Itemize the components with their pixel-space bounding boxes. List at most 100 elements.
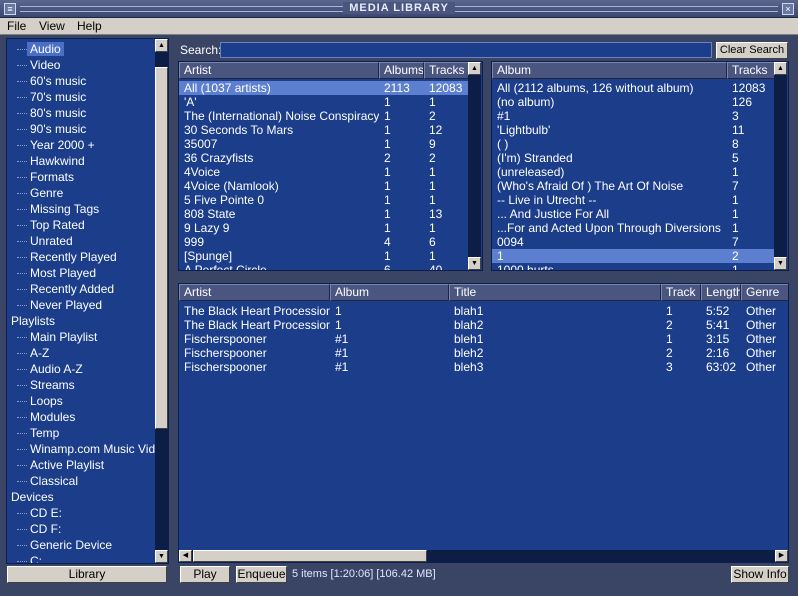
column-header-track-artist[interactable]: Artist bbox=[179, 284, 330, 301]
album-scrollbar[interactable]: ▲ ▼ bbox=[774, 62, 787, 270]
tree-item-audio[interactable]: Audio bbox=[17, 41, 64, 57]
track-row[interactable]: Fischerspooner #1 bleh2 2 2:16 Other bbox=[179, 346, 788, 360]
artist-row[interactable]: 9 Lazy 9 1 1 bbox=[179, 221, 469, 235]
library-button[interactable]: Library bbox=[7, 566, 167, 583]
close-icon[interactable]: × bbox=[782, 3, 794, 15]
tree-item-unrated[interactable]: Unrated bbox=[17, 233, 73, 249]
scroll-right-icon[interactable]: ▶ bbox=[775, 550, 788, 562]
album-row[interactable]: (no album) 126 bbox=[492, 95, 776, 109]
artist-scrollbar[interactable]: ▲ ▼ bbox=[468, 62, 481, 270]
search-input[interactable] bbox=[220, 42, 712, 58]
artist-row[interactable]: 999 4 6 bbox=[179, 235, 469, 249]
scroll-up-icon[interactable]: ▲ bbox=[774, 62, 787, 75]
album-row[interactable]: (Who's Afraid Of ) The Art Of Noise 7 bbox=[492, 179, 776, 193]
album-row[interactable]: All (2112 albums, 126 without album) 1208… bbox=[492, 81, 776, 95]
tree-item-70-s-music[interactable]: 70's music bbox=[17, 89, 86, 105]
tree-item-cd-e[interactable]: CD E: bbox=[17, 505, 62, 521]
album-row[interactable]: #1 3 bbox=[492, 109, 776, 123]
tree-item-devices[interactable]: Devices bbox=[11, 489, 54, 505]
tree-item-playlists[interactable]: Playlists bbox=[11, 313, 55, 329]
show-info-button[interactable]: Show Info bbox=[731, 566, 789, 583]
enqueue-button[interactable]: Enqueue bbox=[236, 566, 287, 583]
tree-item-modules[interactable]: Modules bbox=[17, 409, 75, 425]
tree-item-formats[interactable]: Formats bbox=[17, 169, 74, 185]
play-button[interactable]: Play bbox=[180, 566, 230, 583]
tree-item-year-2000[interactable]: Year 2000 + bbox=[17, 137, 95, 153]
clear-search-button[interactable]: Clear Search bbox=[716, 42, 788, 59]
artist-row[interactable]: [Spunge] 1 1 bbox=[179, 249, 469, 263]
album-list[interactable]: 1000 hurts 1 1 2 0094 7 ...For and Acted Upon … bbox=[491, 61, 789, 271]
album-row[interactable]: ... And Justice For All 1 bbox=[492, 207, 776, 221]
tree-item-active-playlist[interactable]: Active Playlist bbox=[17, 457, 104, 473]
scroll-down-icon[interactable]: ▼ bbox=[774, 257, 787, 270]
column-header-title[interactable]: Title bbox=[449, 284, 661, 301]
tree-item-top-rated[interactable]: Top Rated bbox=[17, 217, 85, 233]
tree-item-recently-added[interactable]: Recently Added bbox=[17, 281, 114, 297]
artist-row[interactable]: A Perfect Circle 6 40 bbox=[179, 263, 469, 270]
artist-row[interactable]: All (1037 artists) 2113 12083 bbox=[179, 81, 469, 95]
tree-item-classical[interactable]: Classical bbox=[17, 473, 78, 489]
column-header-album[interactable]: Album bbox=[492, 62, 727, 79]
tree-item-temp[interactable]: Temp bbox=[17, 425, 59, 441]
menu-help[interactable]: Help bbox=[77, 19, 102, 33]
track-row[interactable]: Fischerspooner #1 bleh1 1 3:15 Other bbox=[179, 332, 788, 346]
artist-row[interactable]: 35007 1 9 bbox=[179, 137, 469, 151]
tree-item-60-s-music[interactable]: 60's music bbox=[17, 73, 86, 89]
tree-scroll-thumb[interactable] bbox=[155, 67, 168, 429]
album-row[interactable]: -- Live in Utrecht -- 1 bbox=[492, 193, 776, 207]
album-row[interactable]: 1000 hurts 1 bbox=[492, 263, 776, 270]
track-row[interactable]: The Black Heart Procession 1 blah1 1 5:52 Oth… bbox=[179, 304, 788, 318]
tree-item-missing-tags[interactable]: Missing Tags bbox=[17, 201, 99, 217]
tree-item-c[interactable]: C: bbox=[17, 553, 42, 563]
column-header-track-number[interactable]: Track bbox=[661, 284, 701, 301]
title-bar[interactable]: ≡ MEDIA LIBRARY × bbox=[0, 0, 798, 18]
scroll-up-icon[interactable]: ▲ bbox=[155, 39, 168, 52]
artist-row[interactable]: 5 Five Pointe 0 1 1 bbox=[179, 193, 469, 207]
tree-item-never-played[interactable]: Never Played bbox=[17, 297, 102, 313]
scroll-up-icon[interactable]: ▲ bbox=[468, 62, 481, 75]
tree-item-hawkwind[interactable]: Hawkwind bbox=[17, 153, 85, 169]
album-row[interactable]: ...For and Acted Upon Through Diversions… bbox=[492, 221, 776, 235]
album-row[interactable]: 'Lightbulb' 11 bbox=[492, 123, 776, 137]
tree-item-generic-device[interactable]: Generic Device bbox=[17, 537, 112, 553]
tree-item-recently-played[interactable]: Recently Played bbox=[17, 249, 117, 265]
artist-row[interactable]: 'A' 1 1 bbox=[179, 95, 469, 109]
scroll-left-icon[interactable]: ◀ bbox=[179, 550, 192, 562]
menu-file[interactable]: File bbox=[7, 19, 26, 33]
tree-item-80-s-music[interactable]: 80's music bbox=[17, 105, 86, 121]
tree-item-90-s-music[interactable]: 90's music bbox=[17, 121, 86, 137]
track-list[interactable]: Fischerspooner #1 bleh3 3 63:02 Other Fischers… bbox=[178, 283, 789, 563]
album-row[interactable]: (unreleased) 1 bbox=[492, 165, 776, 179]
scroll-down-icon[interactable]: ▼ bbox=[468, 257, 481, 270]
scroll-down-icon[interactable]: ▼ bbox=[155, 550, 168, 563]
artist-row[interactable]: 4Voice (Namlook) 1 1 bbox=[179, 179, 469, 193]
column-header-track-album[interactable]: Album bbox=[330, 284, 449, 301]
column-header-genre[interactable]: Genre bbox=[741, 284, 788, 301]
column-header-albums[interactable]: Albums bbox=[379, 62, 424, 79]
tree-item-cd-f[interactable]: CD F: bbox=[17, 521, 61, 537]
column-header-artist[interactable]: Artist bbox=[179, 62, 379, 79]
track-scroll-thumb[interactable] bbox=[193, 550, 427, 562]
tree-item-audio-a-z[interactable]: Audio A-Z bbox=[17, 361, 83, 377]
track-row[interactable]: The Black Heart Procession 1 blah2 2 5:41 Oth… bbox=[179, 318, 788, 332]
album-row[interactable]: (I'm) Stranded 5 bbox=[492, 151, 776, 165]
track-row[interactable]: Fischerspooner #1 bleh3 3 63:02 Other bbox=[179, 360, 788, 374]
tree-item-loops[interactable]: Loops bbox=[17, 393, 63, 409]
track-horizontal-scrollbar[interactable]: ◀ ▶ bbox=[179, 550, 788, 562]
album-row[interactable]: 0094 7 bbox=[492, 235, 776, 249]
album-row[interactable]: ( ) 8 bbox=[492, 137, 776, 151]
artist-row[interactable]: 36 Crazyfists 2 2 bbox=[179, 151, 469, 165]
column-header-tracks[interactable]: Tracks bbox=[424, 62, 469, 79]
tree-item-main-playlist[interactable]: Main Playlist bbox=[17, 329, 97, 345]
artist-row[interactable]: 808 State 1 13 bbox=[179, 207, 469, 221]
tree-item-video[interactable]: Video bbox=[17, 57, 60, 73]
artist-list[interactable]: A Perfect Circle 6 40 [Spunge] 1 1 999 4 6 9 Lazy… bbox=[178, 61, 483, 271]
tree-item-a-z[interactable]: A-Z bbox=[17, 345, 49, 361]
column-header-album-tracks[interactable]: Tracks bbox=[727, 62, 776, 79]
artist-row[interactable]: 30 Seconds To Mars 1 12 bbox=[179, 123, 469, 137]
tree-item-genre[interactable]: Genre bbox=[17, 185, 63, 201]
artist-row[interactable]: The (International) Noise Conspiracy 1 2 bbox=[179, 109, 469, 123]
tree-item-winamp-com-music-video[interactable]: Winamp.com Music Video bbox=[17, 441, 168, 457]
artist-row[interactable]: 4Voice 1 1 bbox=[179, 165, 469, 179]
menu-view[interactable]: View bbox=[39, 19, 65, 33]
